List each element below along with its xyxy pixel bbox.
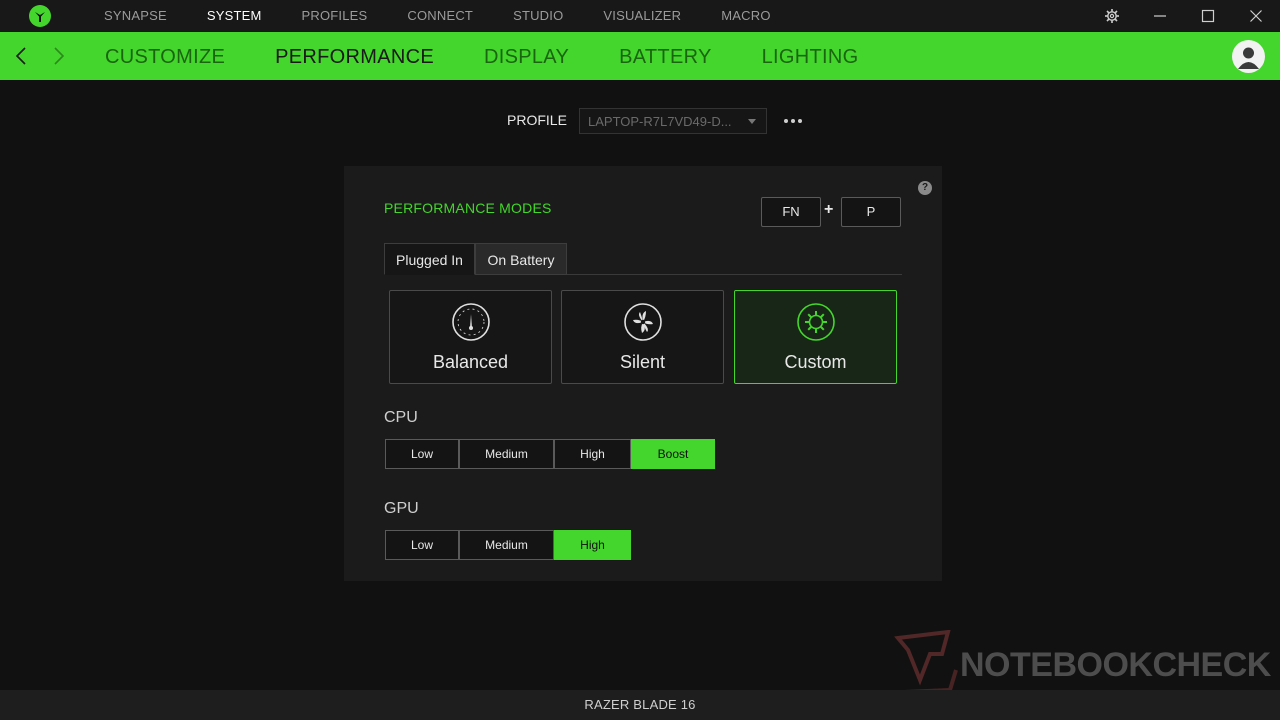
profile-dropdown[interactable]: LAPTOP-R7L7VD49-D... [579, 108, 767, 134]
user-avatar[interactable] [1232, 40, 1265, 73]
mode-balanced-card[interactable]: Balanced [389, 290, 552, 384]
top-nav-synapse[interactable]: SYNAPSE [84, 0, 187, 32]
shortcut-key-p: P [841, 197, 901, 227]
minimize-button[interactable] [1136, 0, 1184, 32]
mode-custom-label: Custom [784, 352, 847, 372]
chevron-down-icon [748, 119, 756, 124]
gpu-option-low[interactable]: Low [385, 530, 459, 560]
mode-custom-card[interactable]: Custom [734, 290, 897, 384]
razer-synapse-window: SYNAPSE SYSTEM PROFILES CONNECT STUDIO V… [0, 0, 1280, 720]
performance-modes-title: PERFORMANCE MODES [384, 200, 552, 216]
cpu-option-medium[interactable]: Medium [459, 439, 554, 469]
gauge-icon [452, 303, 490, 341]
mode-balanced-label: Balanced [432, 352, 509, 372]
cpu-option-boost[interactable]: Boost [631, 439, 715, 469]
top-nav-system[interactable]: SYSTEM [187, 0, 282, 32]
close-button[interactable] [1232, 0, 1280, 32]
maximize-icon [1201, 9, 1215, 23]
top-nav: SYNAPSE SYSTEM PROFILES CONNECT STUDIO V… [84, 0, 791, 32]
gpu-option-medium[interactable]: Medium [459, 530, 554, 560]
top-nav-connect[interactable]: CONNECT [387, 0, 493, 32]
mode-silent-card[interactable]: Silent [561, 290, 724, 384]
top-nav-visualizer[interactable]: VISUALIZER [583, 0, 701, 32]
tab-on-battery[interactable]: On Battery [475, 243, 567, 275]
profile-selected-value: LAPTOP-R7L7VD49-D... [588, 114, 732, 129]
tab-plugged-in[interactable]: Plugged In [384, 243, 475, 275]
tab-battery[interactable]: BATTERY [594, 32, 737, 80]
fan-icon [624, 303, 662, 341]
settings-button[interactable] [1088, 0, 1136, 32]
tab-customize[interactable]: CUSTOMIZE [80, 32, 250, 80]
title-bar: SYNAPSE SYSTEM PROFILES CONNECT STUDIO V… [0, 0, 1280, 32]
gpu-label: GPU [384, 500, 419, 517]
cpu-option-low[interactable]: Low [385, 439, 459, 469]
top-nav-profiles[interactable]: PROFILES [281, 0, 387, 32]
watermark-text: NOTEBOOKCHECK [960, 646, 1271, 684]
user-avatar-icon [1238, 47, 1259, 69]
device-name: RAZER BLADE 16 [584, 697, 696, 712]
razer-logo-icon[interactable] [28, 4, 52, 28]
cpu-label: CPU [384, 409, 418, 426]
shortcut-key-fn: FN [761, 197, 821, 227]
maximize-button[interactable] [1184, 0, 1232, 32]
more-options-icon[interactable] [781, 114, 805, 128]
top-nav-macro[interactable]: MACRO [701, 0, 790, 32]
tab-display[interactable]: DISPLAY [459, 32, 594, 80]
top-nav-studio[interactable]: STUDIO [493, 0, 583, 32]
shortcut-plus: + [824, 201, 834, 218]
sub-nav: CUSTOMIZE PERFORMANCE DISPLAY BATTERY LI… [80, 32, 883, 80]
gpu-option-high[interactable]: High [554, 530, 631, 560]
mode-silent-label: Silent [619, 352, 666, 372]
tab-performance[interactable]: PERFORMANCE [250, 32, 459, 80]
settings-gear-icon [1105, 9, 1119, 23]
minimize-icon [1154, 15, 1166, 17]
tab-lighting[interactable]: LIGHTING [737, 32, 884, 80]
profile-label: PROFILE [507, 112, 567, 128]
cpu-option-high[interactable]: High [554, 439, 631, 469]
sub-nav-bar: CUSTOMIZE PERFORMANCE DISPLAY BATTERY LI… [0, 32, 1280, 80]
forward-arrow-icon[interactable] [46, 44, 70, 68]
help-icon[interactable]: ? [918, 181, 932, 195]
back-arrow-icon[interactable] [10, 44, 34, 68]
close-icon [1250, 10, 1262, 22]
gear-icon [797, 303, 835, 341]
